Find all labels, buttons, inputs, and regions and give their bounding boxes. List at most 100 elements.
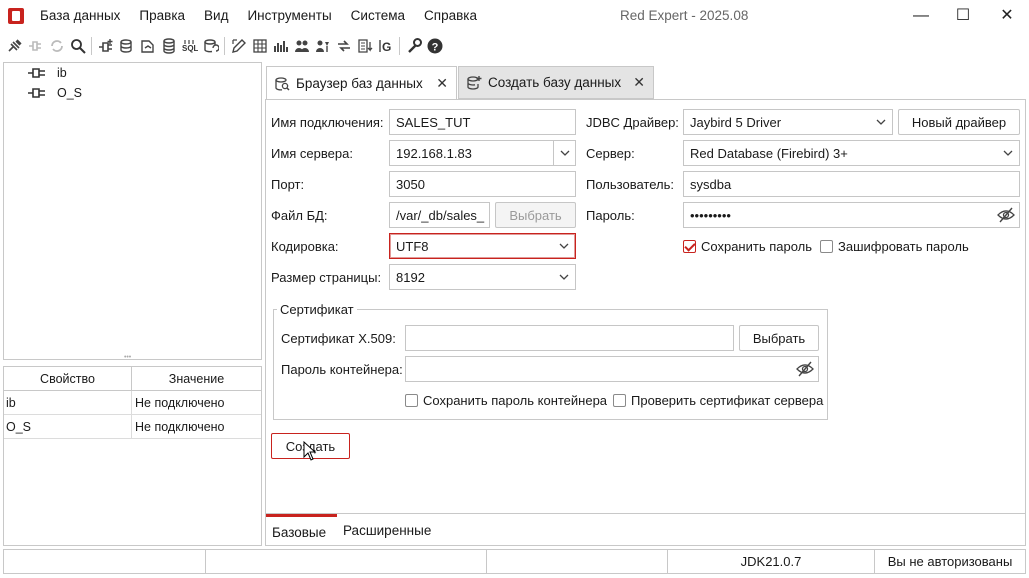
generator-icon[interactable]: G bbox=[378, 38, 394, 54]
jdbc-driver-combo[interactable]: Jaybird 5 Driver bbox=[683, 109, 893, 135]
toolbar-separator bbox=[224, 37, 225, 55]
status-cell bbox=[487, 550, 668, 573]
tab-create-database[interactable]: Создать базу данных ✕ bbox=[458, 66, 654, 99]
tab-label: Создать базу данных bbox=[488, 75, 622, 90]
menu-bar: База данных Правка Вид Инструменты Систе… bbox=[40, 8, 496, 23]
hide-password-icon[interactable] bbox=[796, 361, 814, 377]
open-file-icon[interactable] bbox=[140, 38, 156, 54]
encoding-combo[interactable]: UTF8 bbox=[389, 233, 576, 259]
svg-text:SQL: SQL bbox=[182, 44, 198, 53]
svg-text:G: G bbox=[382, 40, 391, 54]
server-type-combo[interactable]: Red Database (Firebird) 3+ bbox=[683, 140, 1020, 166]
menu-view[interactable]: Вид bbox=[204, 8, 228, 23]
user-input[interactable]: sysdba bbox=[683, 171, 1020, 197]
table-row[interactable]: ib Не подключено bbox=[4, 391, 261, 415]
tree-item-label: O_S bbox=[57, 86, 83, 100]
menu-help[interactable]: Справка bbox=[424, 8, 477, 23]
table-icon[interactable] bbox=[252, 38, 268, 54]
menu-system[interactable]: Система bbox=[351, 8, 405, 23]
properties-table: Свойство Значение ib Не подключено O_S Н… bbox=[3, 366, 262, 546]
svg-text:?: ? bbox=[431, 42, 438, 54]
password-label: Пароль: bbox=[586, 208, 635, 223]
jdbc-driver-label: JDBC Драйвер: bbox=[586, 115, 679, 130]
tree-item-ib[interactable]: ib bbox=[28, 66, 67, 80]
property-value: Не подключено bbox=[135, 395, 225, 410]
chevron-down-icon[interactable] bbox=[553, 265, 575, 289]
property-name: ib bbox=[4, 391, 132, 414]
maximize-button[interactable]: ☐ bbox=[953, 6, 973, 26]
settings-icon[interactable] bbox=[406, 38, 422, 54]
status-cell bbox=[206, 550, 487, 573]
statistics-icon[interactable] bbox=[273, 38, 289, 54]
tab-database-browser[interactable]: Браузер баз данных ✕ bbox=[266, 66, 457, 100]
export-icon[interactable] bbox=[357, 38, 373, 54]
close-tab-icon[interactable]: ✕ bbox=[633, 74, 645, 91]
connection-name-input[interactable]: SALES_TUT bbox=[389, 109, 576, 135]
save-password-checkbox[interactable]: Сохранить пароль bbox=[683, 239, 812, 254]
x509-label: Сертификат X.509: bbox=[281, 331, 396, 346]
new-driver-button[interactable]: Новый драйвер bbox=[898, 109, 1020, 135]
column-header-property[interactable]: Свойство bbox=[4, 367, 132, 390]
page-size-label: Размер страницы: bbox=[271, 270, 382, 285]
connection-name-label: Имя подключения: bbox=[271, 115, 384, 130]
edit-icon[interactable] bbox=[231, 38, 247, 54]
tree-item-o-s[interactable]: O_S bbox=[28, 86, 82, 100]
help-icon[interactable]: ? bbox=[427, 38, 443, 54]
connections-tree[interactable]: ib O_S bbox=[3, 62, 262, 360]
user-value: sysdba bbox=[690, 176, 732, 192]
chevron-down-icon[interactable] bbox=[870, 110, 892, 134]
create-database-icon[interactable] bbox=[119, 38, 135, 54]
grant-manager-icon[interactable] bbox=[315, 38, 331, 54]
verify-server-certificate-checkbox[interactable]: Проверить сертификат сервера bbox=[613, 393, 823, 408]
jdbc-driver-value: Jaybird 5 Driver bbox=[690, 114, 782, 130]
browse-db-file-button[interactable]: Выбрать bbox=[495, 202, 576, 228]
toolbar-separator bbox=[91, 37, 92, 55]
encrypt-password-checkbox[interactable]: Зашифровать пароль bbox=[820, 239, 969, 254]
db-file-input[interactable]: /var/_db/sales_ bbox=[389, 202, 490, 228]
server-name-combo[interactable]: 192.168.1.83 bbox=[389, 140, 576, 166]
checkbox-label: Зашифровать пароль bbox=[838, 239, 969, 254]
minimize-button[interactable]: — bbox=[911, 6, 931, 26]
plug-icon bbox=[28, 68, 45, 78]
page-size-value: 8192 bbox=[396, 269, 425, 285]
checkbox-box bbox=[820, 240, 833, 253]
window-title: Red Expert - 2025.08 bbox=[620, 8, 749, 23]
close-tab-icon[interactable]: ✕ bbox=[436, 75, 448, 92]
transfer-icon[interactable] bbox=[336, 38, 352, 54]
close-window-button[interactable]: ✕ bbox=[997, 6, 1017, 26]
sql-editor-icon[interactable]: SQL bbox=[182, 38, 198, 54]
subtab-basic[interactable]: Базовые bbox=[266, 514, 337, 547]
users-icon[interactable] bbox=[294, 38, 310, 54]
container-password-input[interactable] bbox=[405, 356, 819, 382]
table-row[interactable]: O_S Не подключено bbox=[4, 415, 261, 439]
menu-database[interactable]: База данных bbox=[40, 8, 120, 23]
column-header-value[interactable]: Значение bbox=[132, 367, 261, 390]
menu-tools[interactable]: Инструменты bbox=[247, 8, 331, 23]
tab-label: Браузер баз данных bbox=[296, 76, 423, 91]
connect-icon[interactable] bbox=[7, 38, 23, 54]
hide-password-icon[interactable] bbox=[997, 207, 1015, 223]
password-value: ••••••••• bbox=[690, 207, 731, 223]
refresh-database-icon[interactable] bbox=[203, 38, 219, 54]
chevron-down-icon[interactable] bbox=[997, 141, 1019, 165]
page-size-combo[interactable]: 8192 bbox=[389, 264, 576, 290]
chevron-down-icon[interactable] bbox=[553, 234, 575, 258]
search-icon[interactable] bbox=[70, 38, 86, 54]
new-connection-icon[interactable] bbox=[98, 38, 114, 54]
title-bar: База данных Правка Вид Инструменты Систе… bbox=[0, 0, 1029, 33]
menu-edit[interactable]: Правка bbox=[139, 8, 185, 23]
chevron-down-icon[interactable] bbox=[553, 141, 575, 165]
encoding-label: Кодировка: bbox=[271, 239, 339, 254]
browse-certificate-button[interactable]: Выбрать bbox=[739, 325, 819, 351]
x509-input[interactable] bbox=[405, 325, 734, 351]
db-file-label: Файл БД: bbox=[271, 208, 328, 223]
database-icon[interactable] bbox=[161, 38, 177, 54]
app-logo-icon bbox=[8, 8, 24, 24]
disconnect-icon bbox=[28, 38, 44, 54]
subtab-advanced[interactable]: Расширенные bbox=[337, 514, 437, 547]
port-input[interactable]: 3050 bbox=[389, 171, 576, 197]
auth-status: Вы не авторизованы bbox=[887, 554, 1013, 569]
tree-item-label: ib bbox=[57, 66, 67, 80]
save-container-password-checkbox[interactable]: Сохранить пароль контейнера bbox=[405, 393, 607, 408]
password-input[interactable]: ••••••••• bbox=[683, 202, 1020, 228]
